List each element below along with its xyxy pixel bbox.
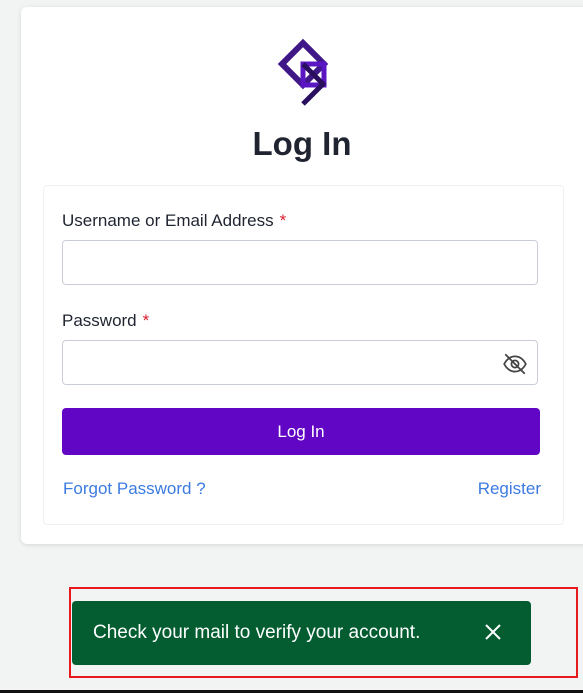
- password-field[interactable]: [62, 340, 538, 385]
- username-label: Username or Email Address *: [62, 211, 286, 231]
- password-label-text: Password: [62, 311, 137, 330]
- password-label: Password *: [62, 311, 149, 331]
- login-button[interactable]: Log In: [62, 408, 540, 455]
- success-toast: Check your mail to verify your account.: [72, 601, 531, 665]
- required-asterisk: *: [142, 311, 150, 330]
- forgot-password-link[interactable]: Forgot Password ?: [63, 479, 206, 499]
- username-field[interactable]: [62, 240, 538, 285]
- username-label-text: Username or Email Address: [62, 211, 274, 230]
- eye-off-icon[interactable]: [502, 351, 528, 377]
- required-asterisk: *: [279, 211, 287, 230]
- login-card: Log In Username or Email Address * Passwo…: [21, 7, 583, 544]
- register-link[interactable]: Register: [478, 479, 541, 499]
- close-icon[interactable]: [484, 623, 502, 641]
- brand-logo-icon: [277, 38, 329, 106]
- toast-message: Check your mail to verify your account.: [93, 622, 421, 643]
- page-title: Log In: [252, 125, 352, 162]
